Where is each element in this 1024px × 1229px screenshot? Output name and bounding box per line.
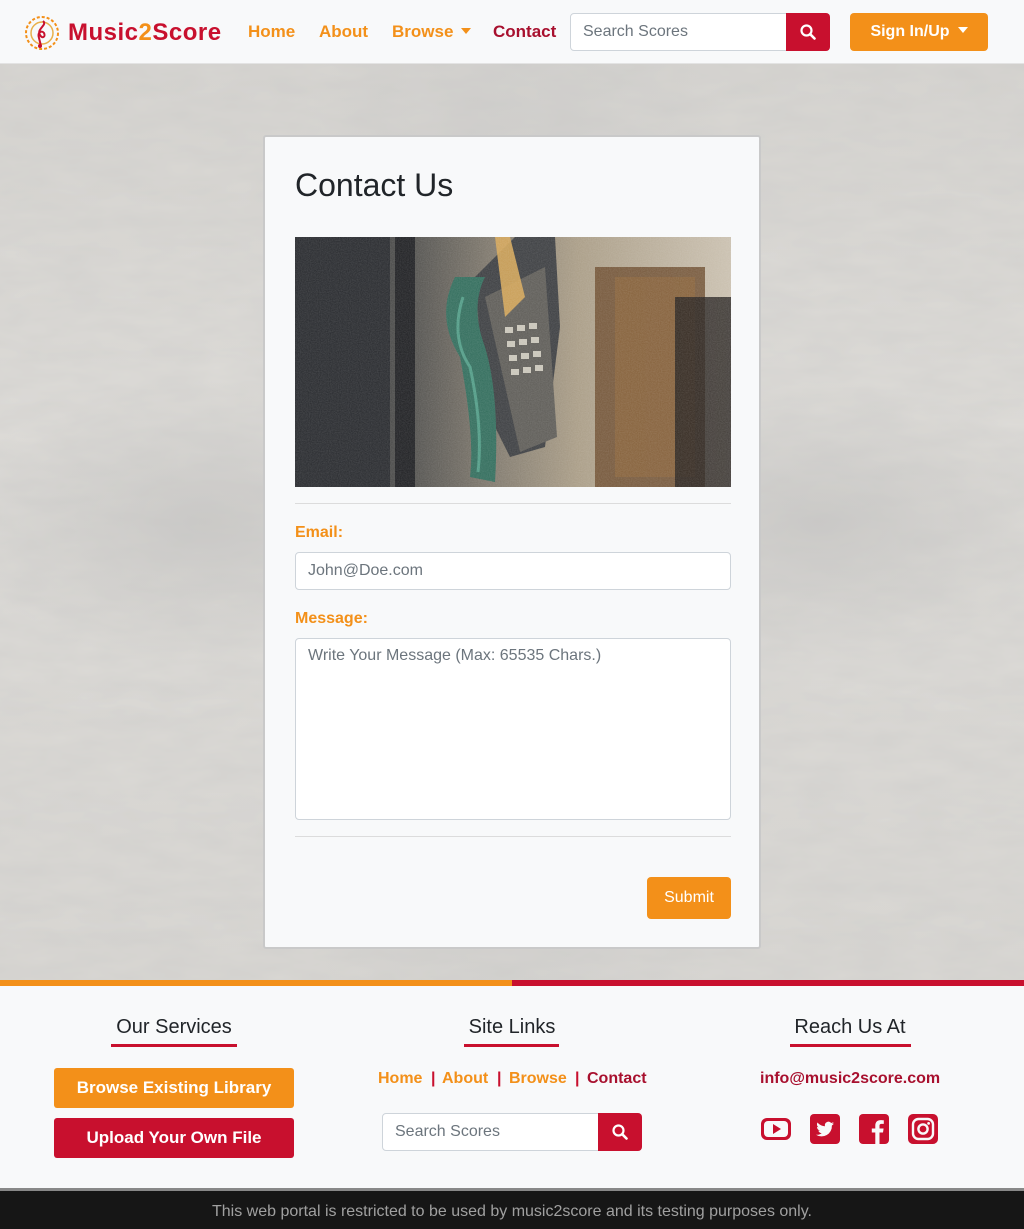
browse-library-button[interactable]: Browse Existing Library <box>54 1068 294 1108</box>
heading-underline <box>464 1044 559 1047</box>
instagram-icon[interactable] <box>907 1113 939 1145</box>
usage-notice: This web portal is restricted to be used… <box>212 1203 812 1220</box>
heading-underline <box>111 1044 237 1047</box>
contact-email-link[interactable]: info@music2score.com <box>760 1070 940 1088</box>
signin-dropdown-button[interactable]: Sign In/Up <box>850 13 988 51</box>
divider <box>295 836 731 837</box>
nav-browse-label: Browse <box>392 22 454 41</box>
nav-search-input[interactable] <box>570 13 787 51</box>
payphone-photo <box>295 237 731 487</box>
upload-file-button[interactable]: Upload Your Own File <box>54 1118 294 1158</box>
music-logo-icon <box>25 16 59 50</box>
search-icon <box>800 24 816 40</box>
link-separator: | <box>497 1070 502 1087</box>
email-label: Email: <box>295 524 344 541</box>
brand-link[interactable]: Music2Score <box>22 13 222 53</box>
link-separator: | <box>575 1070 580 1087</box>
chevron-down-icon <box>461 27 472 34</box>
reach-heading: Reach Us At <box>794 1016 906 1038</box>
nav-home[interactable]: Home <box>248 22 295 42</box>
links-heading: Site Links <box>468 1016 556 1038</box>
message-textarea[interactable] <box>295 638 731 820</box>
navbar: Music2Score Home About Browse Contact Si… <box>0 0 1024 64</box>
brand-name: Music2Score <box>68 19 222 46</box>
footer-search-button[interactable] <box>598 1113 642 1151</box>
signin-label: Sign In/Up <box>870 23 950 40</box>
submit-button[interactable]: Submit <box>647 877 731 919</box>
nav-about[interactable]: About <box>319 22 368 42</box>
facebook-icon[interactable] <box>858 1113 890 1145</box>
footer-link-about[interactable]: About <box>442 1070 488 1088</box>
bottom-bar: This web portal is restricted to be used… <box>0 1188 1024 1229</box>
footer-search-input[interactable] <box>382 1113 599 1151</box>
footer: Our Services Browse Existing Library Upl… <box>0 986 1024 1188</box>
nav-search-button[interactable] <box>786 13 830 51</box>
email-field[interactable] <box>295 552 731 590</box>
footer-link-contact[interactable]: Contact <box>587 1070 647 1088</box>
divider <box>295 503 731 504</box>
page-title: Contact Us <box>295 167 454 203</box>
contact-card: Contact Us Email: John@Doe.com Message: … <box>263 135 761 949</box>
youtube-icon[interactable] <box>760 1113 792 1145</box>
heading-underline <box>790 1044 911 1047</box>
message-label: Message: <box>295 610 368 627</box>
footer-link-home[interactable]: Home <box>378 1070 422 1088</box>
chevron-down-icon <box>957 27 968 33</box>
nav-browse-dropdown[interactable]: Browse <box>392 22 472 42</box>
search-icon <box>612 1124 628 1140</box>
services-heading: Our Services <box>116 1016 232 1038</box>
footer-link-browse[interactable]: Browse <box>509 1070 567 1088</box>
nav-contact[interactable]: Contact <box>493 22 556 42</box>
twitter-icon[interactable] <box>809 1113 841 1145</box>
link-separator: | <box>431 1070 436 1087</box>
